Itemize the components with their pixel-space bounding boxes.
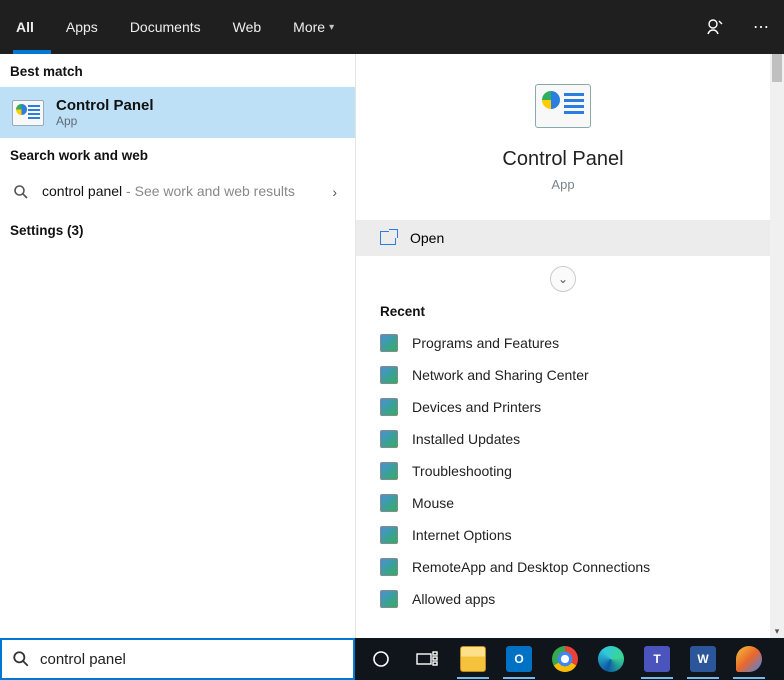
chevron-down-icon: ▾	[329, 22, 334, 33]
search-input[interactable]	[40, 651, 343, 668]
tab-more[interactable]: More▾	[277, 0, 350, 54]
remoteapp-icon	[380, 558, 398, 576]
recent-item-network-sharing[interactable]: Network and Sharing Center	[356, 359, 770, 391]
feedback-icon[interactable]	[692, 0, 738, 54]
search-web-header: Search work and web	[0, 138, 355, 171]
preview-panel: Control Panel App Open ⌄ Recent Programs…	[355, 54, 770, 638]
preview-title: Control Panel	[502, 148, 623, 171]
recent-item-allowed-apps[interactable]: Allowed apps	[356, 583, 770, 615]
search-web-hint: - See work and web results	[122, 183, 295, 199]
taskbar-taskview[interactable]	[405, 639, 449, 679]
taskbar: O T W	[355, 638, 784, 680]
search-scope-tabbar: All Apps Documents Web More▾ ⋯	[0, 0, 784, 54]
updates-icon	[380, 430, 398, 448]
open-label: Open	[410, 230, 444, 246]
internet-icon	[380, 526, 398, 544]
vertical-scrollbar[interactable]: ▴ ▾	[770, 54, 784, 638]
recent-item-mouse[interactable]: Mouse	[356, 487, 770, 519]
best-match-subtitle: App	[56, 114, 154, 128]
search-icon	[12, 183, 30, 201]
more-options-icon[interactable]: ⋯	[738, 0, 784, 54]
recent-item-troubleshooting[interactable]: Troubleshooting	[356, 455, 770, 487]
taskbar-teams[interactable]: T	[635, 639, 679, 679]
tab-web[interactable]: Web	[217, 0, 278, 54]
search-web-result[interactable]: control panel - See work and web results…	[0, 171, 355, 213]
settings-header[interactable]: Settings (3)	[0, 213, 355, 246]
taskbar-chrome[interactable]	[543, 639, 587, 679]
firewall-icon	[380, 590, 398, 608]
open-action[interactable]: Open	[356, 220, 770, 256]
chevron-right-icon: ›	[332, 184, 337, 200]
taskbar-word[interactable]: W	[681, 639, 725, 679]
scroll-thumb[interactable]	[772, 54, 782, 82]
programs-icon	[380, 334, 398, 352]
best-match-result[interactable]: Control Panel App	[0, 87, 355, 138]
search-icon	[12, 650, 30, 668]
taskbar-edge[interactable]	[589, 639, 633, 679]
recent-item-programs-features[interactable]: Programs and Features	[356, 327, 770, 359]
tab-apps[interactable]: Apps	[50, 0, 114, 54]
preview-subtitle: App	[551, 177, 574, 192]
tab-all[interactable]: All	[0, 0, 50, 54]
scroll-down-icon[interactable]: ▾	[770, 624, 784, 638]
devices-icon	[380, 398, 398, 416]
taskbar-cortana[interactable]	[359, 639, 403, 679]
control-panel-icon	[12, 100, 44, 126]
results-panel: Best match Control Panel App Search work…	[0, 54, 355, 638]
network-icon	[380, 366, 398, 384]
best-match-title: Control Panel	[56, 97, 154, 114]
recent-item-internet-options[interactable]: Internet Options	[356, 519, 770, 551]
best-match-header: Best match	[0, 54, 355, 87]
tab-documents[interactable]: Documents	[114, 0, 217, 54]
recent-item-devices-printers[interactable]: Devices and Printers	[356, 391, 770, 423]
troubleshoot-icon	[380, 462, 398, 480]
taskbar-paint[interactable]	[727, 639, 771, 679]
search-box[interactable]	[0, 638, 355, 680]
control-panel-icon-large	[535, 84, 591, 128]
taskbar-outlook[interactable]: O	[497, 639, 541, 679]
mouse-icon	[380, 494, 398, 512]
taskbar-file-explorer[interactable]	[451, 639, 495, 679]
recent-header: Recent	[356, 298, 770, 327]
expand-actions-button[interactable]: ⌄	[550, 266, 576, 292]
open-icon	[380, 231, 396, 245]
recent-item-installed-updates[interactable]: Installed Updates	[356, 423, 770, 455]
recent-item-remoteapp[interactable]: RemoteApp and Desktop Connections	[356, 551, 770, 583]
search-web-query: control panel	[42, 183, 122, 199]
